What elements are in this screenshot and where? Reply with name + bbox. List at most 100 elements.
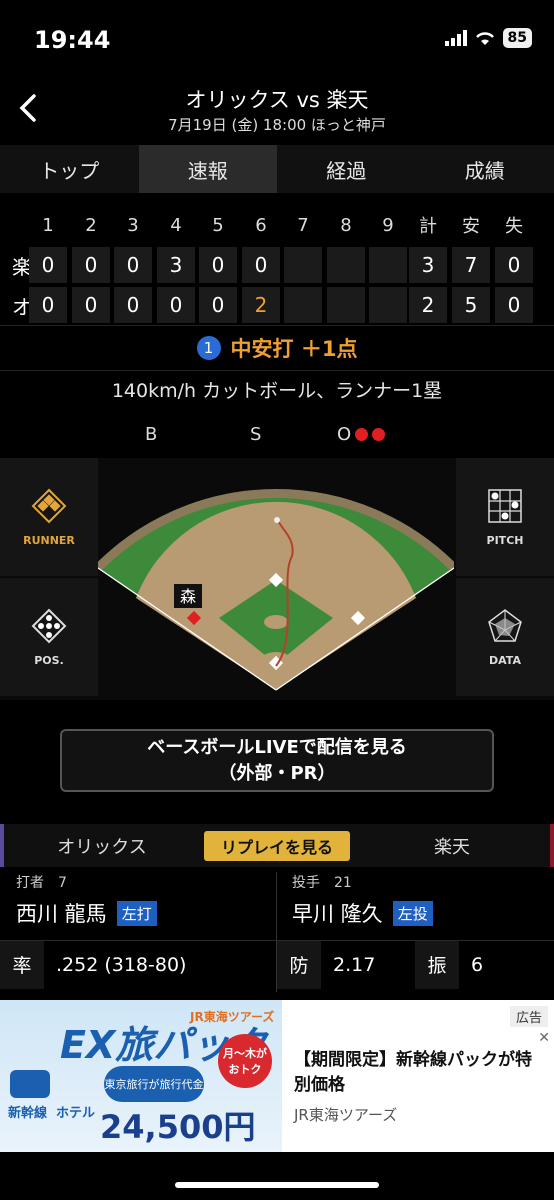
inning-header: 失 [505,216,523,237]
inning-score: 0 [114,287,152,323]
inning-header: 6 [255,214,267,236]
ad-banner[interactable]: JR東海ツアーズ EX旅パック 月〜木がおトク 新幹線 ホテル 東京旅行が旅行代… [0,1000,554,1152]
ball-label: B [145,424,157,445]
out-dot [372,428,386,441]
pitch-button[interactable]: PITCH [456,458,554,576]
out-letter: O [337,424,352,445]
inning-score [284,247,322,283]
ad-text[interactable]: 【期間限定】新幹線パックが特別価格 [294,1048,544,1098]
runner-diamond-icon [31,488,67,523]
scoreboard-header: 1 2 3 4 5 6 7 8 9 計 安 失 [0,205,554,245]
inning-header: 7 [297,214,309,236]
ad-label: 広告 [509,1006,548,1027]
ad-line2: ホテル [56,1106,96,1121]
baseball-live-button[interactable]: ベースボールLIVEで配信を見る （外部・PR） [60,729,494,792]
pitcher-name: 早川 隆久 [292,902,383,926]
baseball-field: 森 [98,489,454,691]
ad-promo: 東京旅行が旅行代金 [104,1066,204,1102]
inning-score: 3 [157,247,195,283]
pitcher-hand-badge: 左投 [392,900,433,926]
data-label: DATA [489,653,521,667]
home-team-label: オリックス [0,824,200,867]
strike-letter: S [250,424,262,445]
runner-label: RUNNER [23,533,75,547]
home-indicator[interactable] [175,1182,379,1188]
scoreboard-row: 楽000300370 [0,245,554,285]
inning-score [327,287,365,323]
pos-label: POS. [34,653,64,667]
live-button-line2: （外部・PR） [218,762,336,784]
out-count-badge: 1 [196,336,221,360]
battery-level: 85 [502,28,532,48]
inning-header: 8 [340,214,352,236]
pitcher-info: 投手 21 早川 隆久 左投 [292,872,433,934]
strikeout-value: 6 [471,953,484,976]
inning-score: 0 [29,247,67,283]
status-time: 19:44 [34,26,111,54]
ball-letter: B [145,424,158,445]
total-score: 2 [409,287,447,323]
scoreboard-row: オ000002250 [0,285,554,325]
pitch-grid-icon [488,488,522,523]
strike-label: S [250,424,261,445]
inning-header: 4 [170,214,182,236]
tab-progress[interactable]: 経過 [277,145,416,193]
ball-landing [274,517,280,523]
tab-stats[interactable]: 成績 [416,145,554,193]
batter-stat-row: 率 .252 (318-80) [0,940,276,989]
pos-button[interactable]: POS. [0,578,98,696]
inning-score: 0 [199,287,237,323]
replay-button[interactable]: リプレイを見る [204,831,350,861]
inning-score: 0 [72,287,110,323]
data-button[interactable]: DATA [456,578,554,696]
ad-sponsor: JR東海ツアーズ [294,1106,398,1124]
inning-score: 0 [199,247,237,283]
game-title: オリックス vs 楽天 [185,88,369,112]
play-text: 中安打 ＋1点 [230,337,358,361]
total-score: 7 [452,247,490,283]
tab-bar: トップ 速報 経過 成績 [0,145,554,193]
batting-average-label: 率 [0,940,44,989]
team-bar: オリックス リプレイを見る 楽天 [0,824,554,867]
era-label: 防 [277,940,321,989]
inning-header: 安 [462,216,480,237]
runner-button[interactable]: RUNNER [0,458,98,576]
inning-score: 0 [29,287,67,323]
batter-hand-badge: 左打 [116,900,157,926]
inning-header: 3 [127,214,139,236]
inning-score [284,287,322,323]
bso-indicator: B S O [0,424,554,448]
close-icon[interactable]: ✕ [538,1030,550,1046]
runner-name: 森 [180,587,196,606]
pitch-label: PITCH [486,533,524,547]
live-button-line1: ベースボールLIVEで配信を見る [147,736,407,758]
pitcher-role: 投手 21 [292,875,352,891]
inning-header: 1 [42,214,54,236]
strikeout-label: 振 [415,940,459,989]
inning-header: 2 [85,214,97,236]
batter-role: 打者 7 [16,875,67,891]
total-score: 3 [409,247,447,283]
out-label: O [337,424,386,445]
total-score: 0 [495,247,533,283]
inning-score: 2 [242,287,280,323]
inning-header: 計 [419,216,437,237]
inning-score: 0 [114,247,152,283]
tab-top[interactable]: トップ [0,145,139,193]
out-dot [355,428,369,441]
batter-name: 西川 龍馬 [16,902,107,926]
away-team-label: 楽天 [354,824,554,867]
inning-score [369,247,407,283]
tab-live[interactable]: 速報 [138,145,277,193]
ad-image[interactable]: JR東海ツアーズ EX旅パック 月〜木がおトク 新幹線 ホテル 東京旅行が旅行代… [0,1000,282,1152]
ad-days-badge: 月〜木がおトク [218,1034,272,1088]
signal-icon [444,30,467,46]
inning-score [369,287,407,323]
positions-icon [31,608,67,643]
inning-score: 0 [242,247,280,283]
pitcher-stat-row: 防 2.17 振 6 [277,940,554,989]
scoreboard: 123456789計安失 楽000300370 オ000002250 [0,205,554,325]
game-subtitle: 7月19日 (金) 18:00 ほっと神戸 [168,116,386,134]
field-area: RUNNER POS. PITCH DATA 森 [0,458,554,700]
inning-score: 0 [72,247,110,283]
